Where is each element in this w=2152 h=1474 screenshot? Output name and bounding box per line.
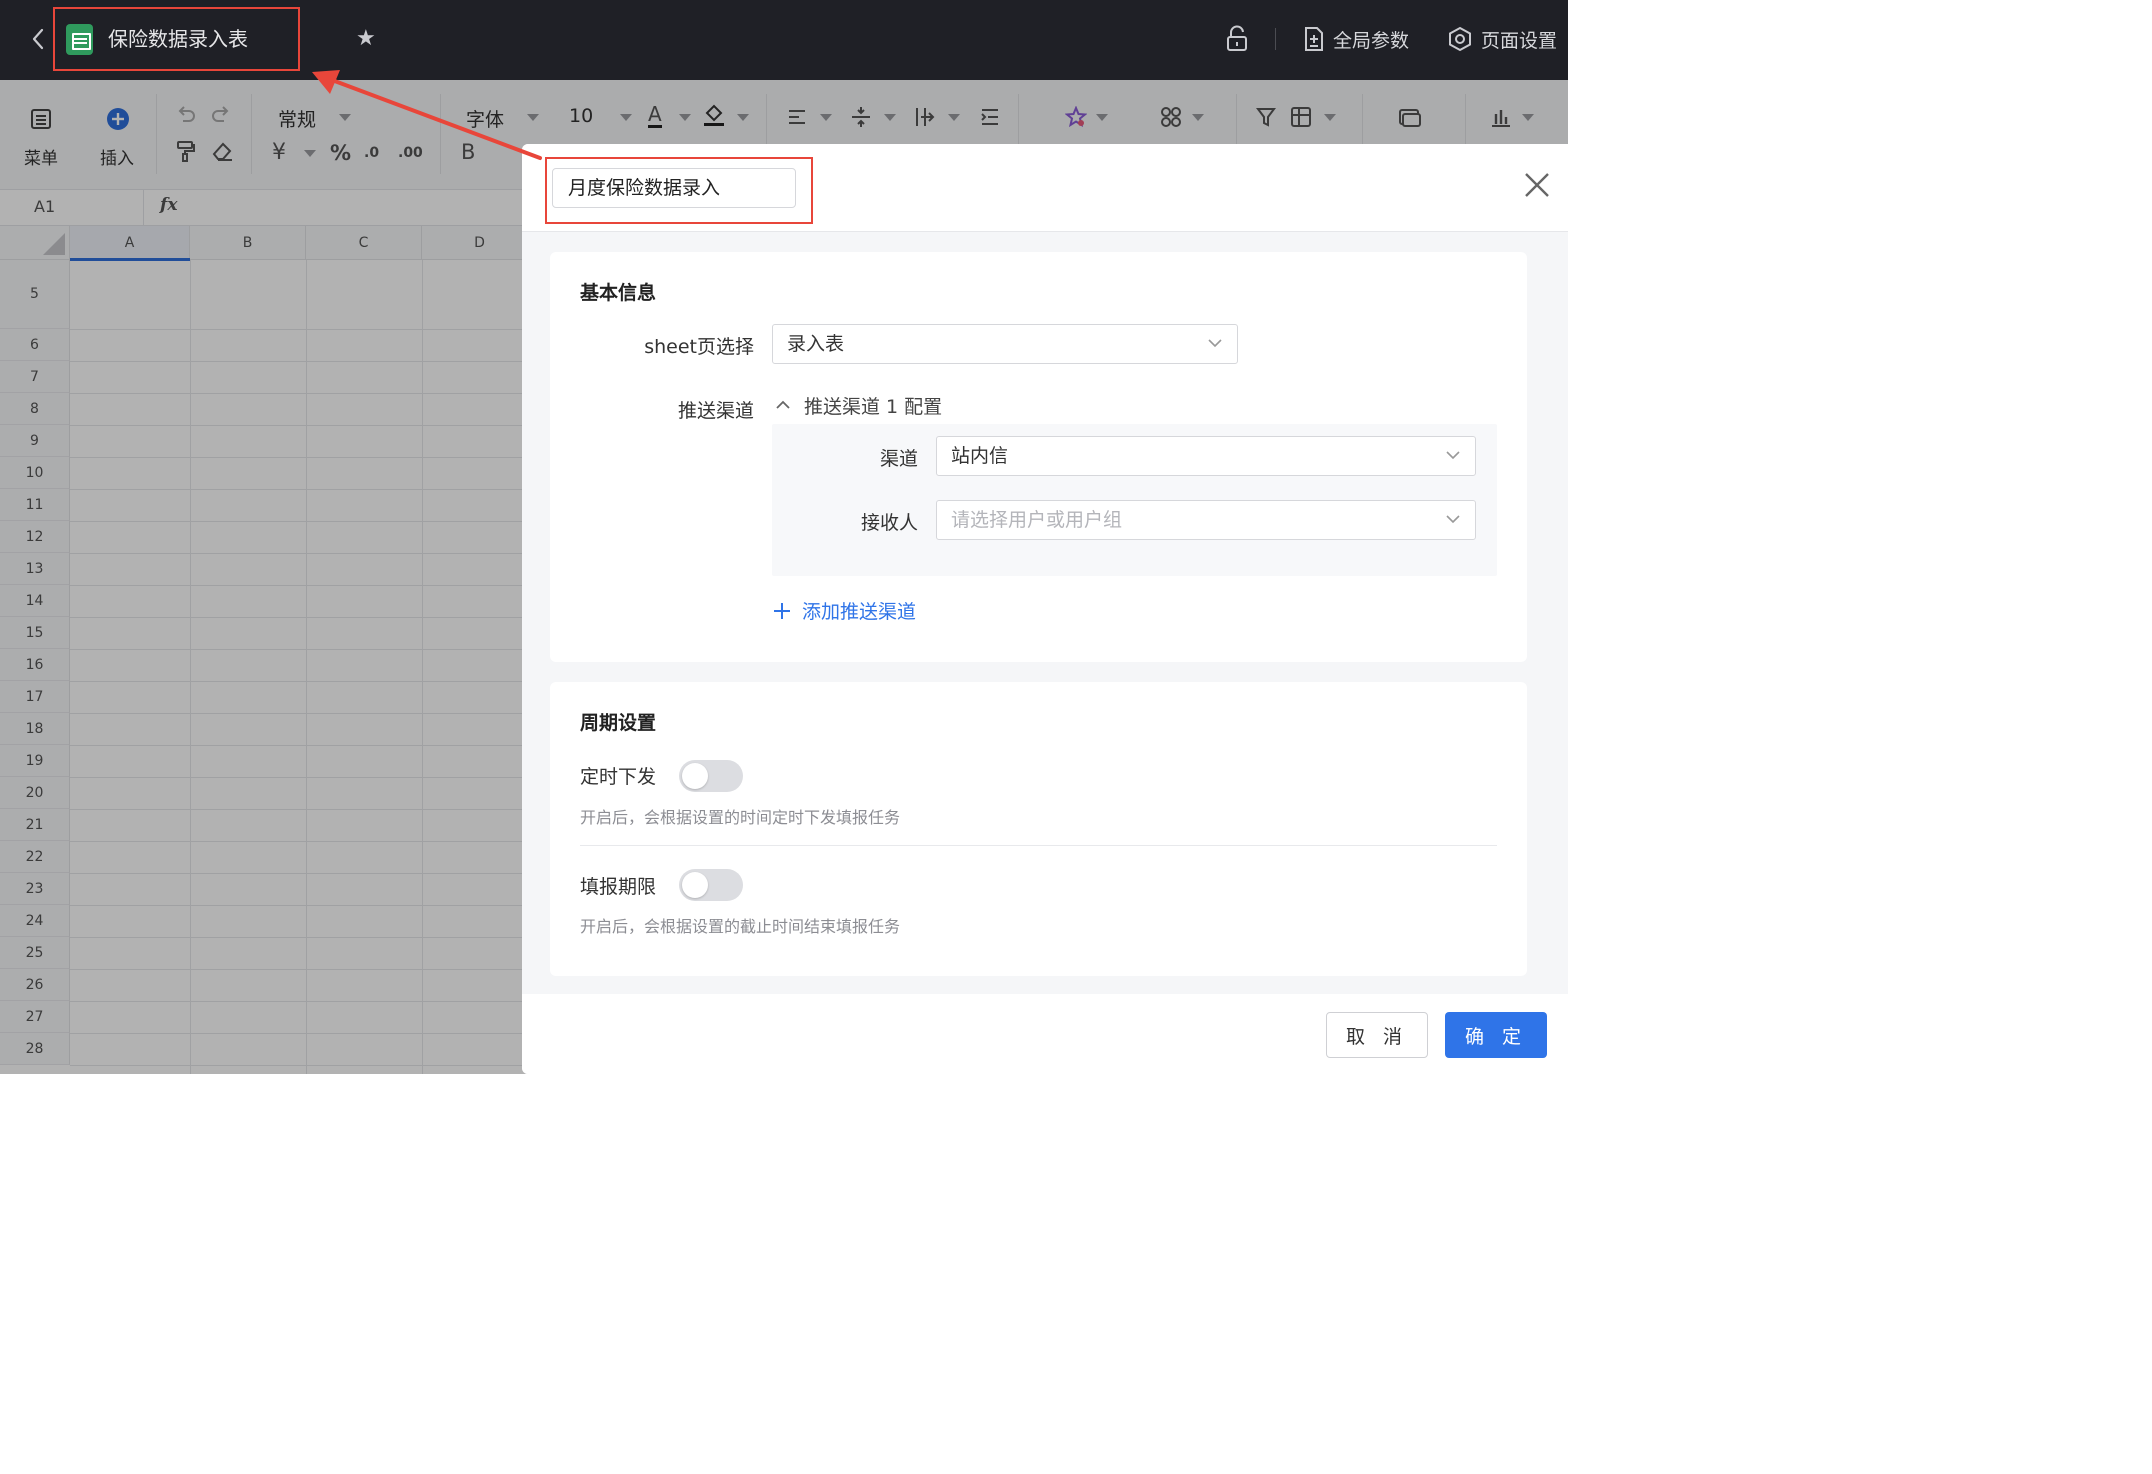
timed-dispatch-hint: 开启后，会根据设置的时间定时下发填报任务 (580, 808, 901, 827)
channel-select[interactable]: 站内信 (936, 436, 1476, 476)
close-icon[interactable] (1522, 170, 1552, 200)
unlock-icon[interactable] (1226, 25, 1248, 53)
params-doc-icon (1305, 27, 1323, 51)
add-push-channel-label: 添加推送渠道 (802, 601, 917, 623)
chevron-down-icon (1208, 339, 1222, 348)
deadline-label: 填报期限 (580, 876, 657, 898)
timed-dispatch-toggle[interactable] (679, 760, 743, 792)
receiver-select[interactable]: 请选择用户或用户组 (936, 500, 1476, 540)
channel-select-value: 站内信 (951, 445, 1009, 467)
data-entry-dialog: 月度保险数据录入 基本信息 sheet页选择 录入表 推送渠道 推送渠道 1 配… (522, 144, 1568, 1074)
chevron-up-icon[interactable] (774, 398, 792, 412)
annotation-box-title (53, 7, 300, 71)
sheet-select[interactable]: 录入表 (772, 324, 1238, 364)
timed-dispatch-label: 定时下发 (580, 766, 657, 788)
chevron-down-icon (1446, 515, 1460, 524)
topbar-divider (1275, 28, 1276, 50)
push-channel-label: 推送渠道 (677, 400, 754, 422)
global-params-button[interactable]: 全局参数 (1303, 24, 1409, 54)
cancel-button[interactable]: 取 消 (1326, 1012, 1428, 1058)
star-icon[interactable]: ★ (356, 26, 376, 52)
period-settings-title: 周期设置 (580, 712, 657, 734)
plus-icon (774, 602, 790, 619)
chevron-down-icon (1446, 451, 1460, 460)
deadline-hint: 开启后，会根据设置的截止时间结束填报任务 (580, 917, 901, 936)
top-bar: 保险数据录入表 ★ 全局参数 页面设置 (0, 0, 1568, 80)
global-params-label: 全局参数 (1333, 29, 1410, 52)
dialog-footer: 取 消 确 定 (522, 994, 1568, 1074)
sheet-select-value: 录入表 (787, 333, 845, 355)
deadline-toggle[interactable] (679, 869, 743, 901)
annotation-box-name (545, 157, 813, 224)
page-settings-label: 页面设置 (1481, 29, 1558, 52)
add-push-channel-button[interactable]: 添加推送渠道 (772, 597, 916, 624)
back-chevron-icon[interactable] (28, 24, 48, 54)
channel-label: 渠道 (879, 448, 918, 470)
receiver-placeholder: 请选择用户或用户组 (951, 509, 1123, 531)
basic-info-card: 基本信息 sheet页选择 录入表 推送渠道 推送渠道 1 配置 渠道 站内信 … (550, 252, 1527, 662)
basic-info-title: 基本信息 (580, 282, 657, 304)
section-divider (580, 845, 1497, 846)
push-config-title[interactable]: 推送渠道 1 配置 (804, 392, 942, 419)
page-settings-button[interactable]: 页面设置 (1447, 24, 1557, 54)
confirm-button[interactable]: 确 定 (1445, 1012, 1547, 1058)
receiver-label: 接收人 (860, 512, 918, 534)
push-channel-panel: 渠道 站内信 接收人 请选择用户或用户组 (772, 424, 1497, 576)
hexagon-settings-icon (1449, 26, 1471, 52)
period-settings-card: 周期设置 定时下发 开启后，会根据设置的时间定时下发填报任务 填报期限 开启后，… (550, 682, 1527, 976)
sheet-select-label: sheet页选择 (644, 336, 754, 358)
